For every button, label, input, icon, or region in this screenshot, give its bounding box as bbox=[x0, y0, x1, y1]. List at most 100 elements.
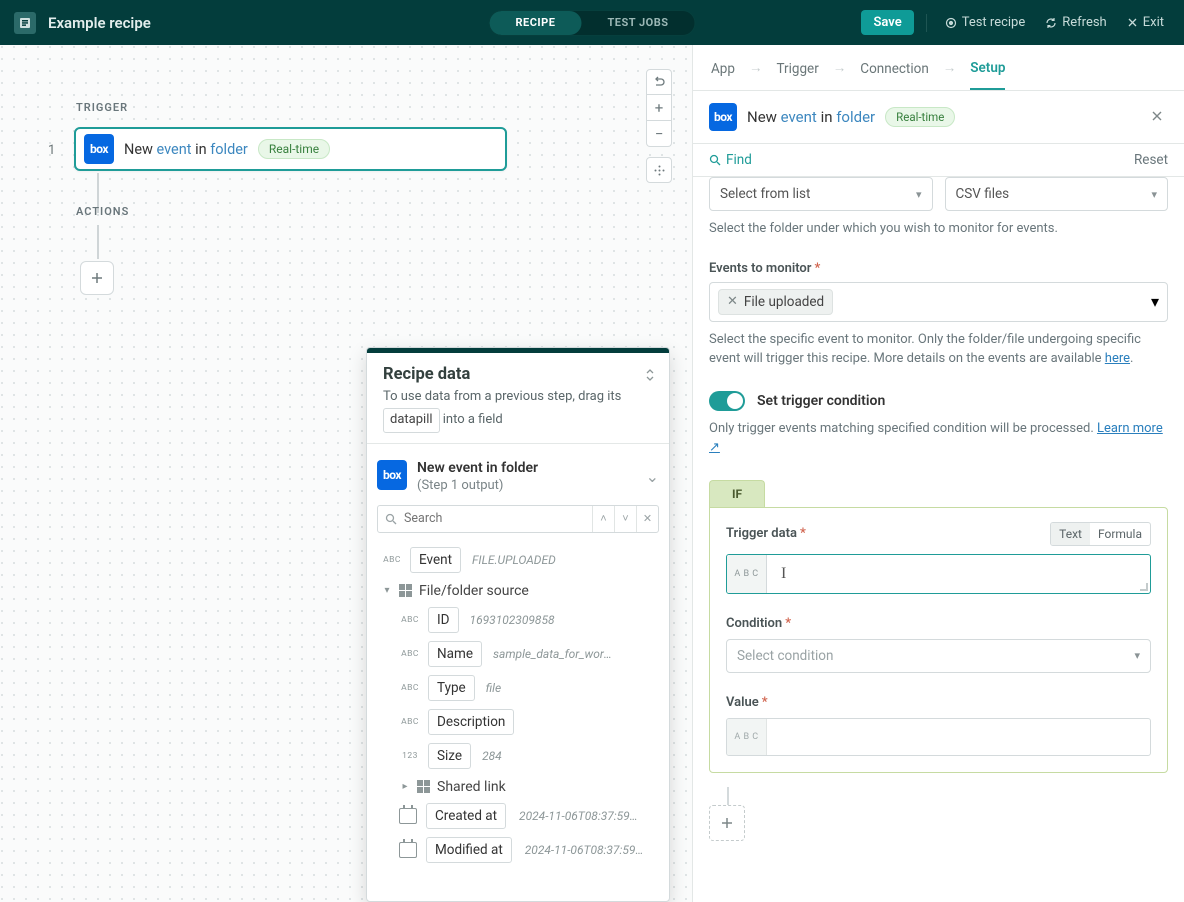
mode-formula[interactable]: Formula bbox=[1090, 523, 1150, 545]
reset-button[interactable]: Reset bbox=[1134, 152, 1168, 168]
datapill-row: ABC Event FILE.UPLOADED bbox=[381, 543, 661, 577]
datapill-row: ABC Description bbox=[399, 705, 661, 739]
trigger-section-label: TRIGGER bbox=[76, 101, 128, 114]
search-next-button[interactable]: ˅ bbox=[614, 506, 636, 532]
add-step-button[interactable] bbox=[80, 261, 114, 295]
sample-value: sample_data_for_workato_test.csv bbox=[493, 647, 613, 661]
tab-recipe[interactable]: RECIPE bbox=[490, 11, 582, 35]
test-recipe-label: Test recipe bbox=[962, 15, 1026, 30]
crumb-trigger[interactable]: Trigger bbox=[776, 47, 818, 89]
fit-button[interactable] bbox=[646, 157, 672, 183]
save-button[interactable]: Save bbox=[861, 10, 913, 35]
datapill-row: ABC ID 1693102309858 bbox=[399, 603, 661, 637]
properties-panel: App → Trigger → Connection → Setup box N… bbox=[692, 45, 1184, 902]
add-condition-button[interactable] bbox=[709, 805, 745, 841]
datapill-description[interactable]: Description bbox=[428, 709, 514, 735]
crumb-setup[interactable]: Setup bbox=[970, 46, 1005, 90]
trigger-data-input[interactable]: A B C I bbox=[726, 554, 1151, 594]
trigger-condition-toggle[interactable] bbox=[709, 391, 745, 411]
resize-handle-icon[interactable] bbox=[1140, 583, 1148, 591]
canvas-tools: + − bbox=[646, 69, 672, 183]
arrow-icon: → bbox=[745, 60, 767, 76]
recipe-data-hint: To use data from a previous step, drag i… bbox=[383, 387, 653, 433]
realtime-badge: Real-time bbox=[258, 139, 330, 159]
crumb-app[interactable]: App bbox=[711, 47, 735, 89]
event-chip: ✕ File uploaded bbox=[718, 289, 833, 315]
events-label: Events to monitor* bbox=[709, 261, 1168, 276]
datapill-type[interactable]: Type bbox=[428, 675, 475, 701]
condition-label: Condition* bbox=[726, 616, 1151, 631]
chevron-down-icon: ▾ bbox=[1151, 292, 1159, 311]
box-app-icon: box bbox=[709, 103, 737, 131]
object-icon bbox=[399, 584, 413, 598]
datapill-id[interactable]: ID bbox=[428, 607, 459, 633]
value-input[interactable]: A B C bbox=[726, 718, 1151, 756]
box-app-icon: box bbox=[377, 460, 407, 490]
collapse-icon: ▾ bbox=[381, 585, 393, 596]
panel-step-description: New event in folder bbox=[747, 108, 875, 126]
mode-text[interactable]: Text bbox=[1051, 523, 1090, 545]
search-input[interactable] bbox=[404, 511, 592, 526]
search-clear-button[interactable]: ✕ bbox=[636, 506, 658, 532]
setup-breadcrumb: App → Trigger → Connection → Setup bbox=[693, 45, 1184, 91]
step-output-title: New event in folder bbox=[417, 460, 538, 476]
datapill-modified-at[interactable]: Modified at bbox=[426, 837, 512, 863]
folder-value-select[interactable]: CSV files▾ bbox=[945, 177, 1169, 211]
trigger-step-card[interactable]: box New event in folder Real-time bbox=[74, 127, 507, 171]
object-icon bbox=[417, 780, 431, 794]
zoom-in-button[interactable]: + bbox=[646, 95, 672, 121]
events-help-link[interactable]: here bbox=[1105, 351, 1130, 366]
type-icon: ABC bbox=[399, 615, 421, 625]
datapill-name[interactable]: Name bbox=[428, 641, 482, 667]
box-app-icon: box bbox=[84, 134, 114, 164]
datapill-group[interactable]: ▸ Shared link bbox=[399, 773, 661, 799]
datapill-group[interactable]: ▾ File/folder source bbox=[381, 577, 661, 603]
search-prev-button[interactable]: ˄ bbox=[592, 506, 614, 532]
datapill-created-at[interactable]: Created at bbox=[426, 803, 506, 829]
condition-select[interactable]: Select condition▾ bbox=[726, 639, 1151, 673]
app-logo-icon bbox=[14, 12, 36, 34]
folder-mode-select[interactable]: Select from list▾ bbox=[709, 177, 933, 211]
refresh-label: Refresh bbox=[1062, 15, 1106, 30]
find-button[interactable]: Find bbox=[709, 152, 752, 168]
undo-button[interactable] bbox=[646, 69, 672, 95]
chevron-down-icon: ⌄ bbox=[646, 467, 659, 486]
exit-button[interactable]: Exit bbox=[1121, 11, 1170, 34]
events-help: Select the specific event to monitor. On… bbox=[709, 330, 1168, 369]
top-bar: Example recipe RECIPE TEST JOBS Save Tes… bbox=[0, 0, 1184, 45]
arrow-icon: → bbox=[829, 60, 851, 76]
crumb-connection[interactable]: Connection bbox=[860, 47, 928, 89]
datapill-row: ABC Type file bbox=[399, 671, 661, 705]
value-label: Value* bbox=[726, 695, 1151, 710]
refresh-button[interactable]: Refresh bbox=[1039, 11, 1112, 34]
recipe-title: Example recipe bbox=[48, 14, 151, 32]
sample-value: 2024-11-06T08:37:59-08:00 bbox=[519, 809, 639, 823]
collapse-icon[interactable] bbox=[643, 367, 657, 386]
close-icon[interactable] bbox=[1146, 104, 1168, 131]
tab-test-jobs[interactable]: TEST JOBS bbox=[581, 11, 694, 35]
type-icon: ABC bbox=[399, 717, 421, 727]
type-icon: 123 bbox=[399, 751, 421, 761]
test-recipe-button[interactable]: Test recipe bbox=[939, 11, 1032, 34]
datapill-size[interactable]: Size bbox=[428, 743, 471, 769]
realtime-badge: Real-time bbox=[885, 107, 955, 127]
type-icon: ABC bbox=[381, 555, 403, 565]
datapill-row: ABC Name sample_data_for_workato_test.cs… bbox=[399, 637, 661, 671]
arrow-icon: → bbox=[939, 60, 961, 76]
panel-title-row: box New event in folder Real-time bbox=[693, 91, 1184, 144]
condition-block: Trigger data* Text Formula A B C I bbox=[709, 507, 1168, 773]
sample-value: FILE.UPLOADED bbox=[472, 553, 556, 567]
remove-chip-icon[interactable]: ✕ bbox=[727, 294, 738, 309]
zoom-out-button[interactable]: − bbox=[646, 121, 672, 147]
type-icon: A B C bbox=[727, 555, 767, 593]
datapill-search: ˄ ˅ ✕ bbox=[377, 505, 659, 533]
type-icon: ABC bbox=[399, 683, 421, 693]
sample-value: 284 bbox=[482, 749, 502, 763]
view-switch: RECIPE TEST JOBS bbox=[489, 10, 696, 36]
datapill-event[interactable]: Event bbox=[410, 547, 461, 573]
datapill-row: 123 Size 284 bbox=[399, 739, 661, 773]
events-select[interactable]: ✕ File uploaded ▾ bbox=[709, 282, 1168, 322]
sample-value: 2024-11-06T08:37:59-08:00 bbox=[525, 843, 645, 857]
step-output-header[interactable]: box New event in folder (Step 1 output) … bbox=[367, 454, 669, 499]
recipe-data-panel: Recipe data To use data from a previous … bbox=[366, 347, 670, 902]
